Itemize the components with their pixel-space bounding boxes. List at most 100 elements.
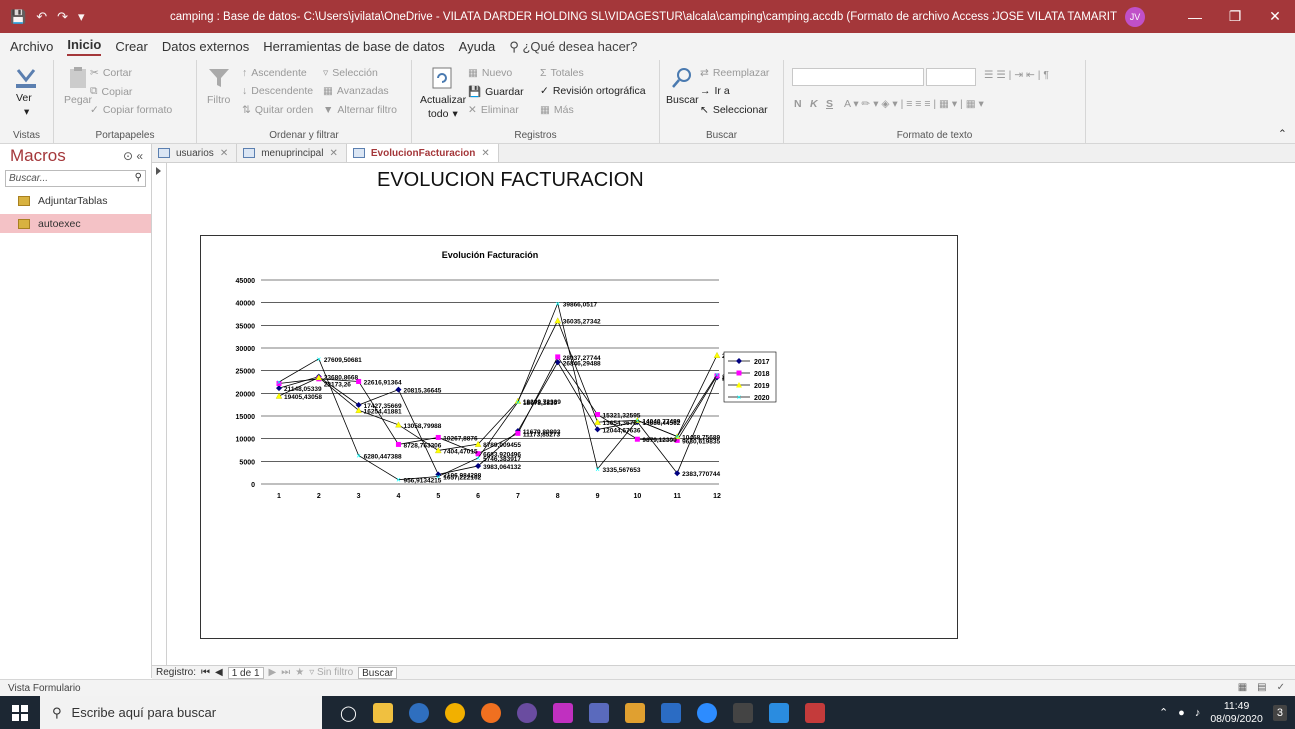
- chrome-icon[interactable]: [444, 702, 465, 723]
- prev-record-icon[interactable]: ◀: [215, 667, 223, 678]
- next-record-icon[interactable]: ▶: [269, 667, 277, 678]
- last-record-icon[interactable]: ⏭: [281, 667, 290, 678]
- find-button[interactable]: Buscar: [666, 94, 699, 106]
- redo-icon[interactable]: ↷: [57, 9, 68, 25]
- tab-ayuda[interactable]: Ayuda: [459, 39, 496, 54]
- chart-frame[interactable]: Evolución Facturación 0 5000 10000 15000 2000…: [200, 235, 958, 639]
- tab-datos-externos[interactable]: Datos externos: [162, 39, 249, 54]
- bold-button[interactable]: N: [794, 98, 802, 110]
- data-point-2019: [713, 351, 721, 358]
- format-painter-button[interactable]: ✓ Copiar formato: [90, 104, 172, 116]
- more-button[interactable]: ▦ Más: [540, 104, 574, 116]
- selection-button[interactable]: ▿ Selección: [323, 67, 378, 79]
- cortana-icon[interactable]: ◯: [340, 704, 357, 722]
- filter-button[interactable]: Filtro: [207, 94, 230, 106]
- save-record-button[interactable]: 💾 Guardar: [468, 85, 524, 99]
- chevron-down-icon[interactable]: ▾: [24, 106, 29, 118]
- font-size-select[interactable]: [926, 68, 976, 86]
- font-name-select[interactable]: [792, 68, 924, 86]
- close-icon[interactable]: ✕: [220, 148, 228, 159]
- tab-herramientas[interactable]: Herramientas de base de datos: [263, 39, 444, 54]
- underline-button[interactable]: S: [826, 98, 833, 110]
- sort-ascending-button[interactable]: ↑ Ascendente: [242, 67, 307, 79]
- toggle-filter-button[interactable]: ▼ Alternar filtro: [323, 104, 397, 116]
- design-view-icon[interactable]: ✓: [1277, 682, 1285, 693]
- tab-crear[interactable]: Crear: [115, 39, 148, 54]
- layout-view-icon[interactable]: ▤: [1257, 682, 1266, 693]
- record-selector[interactable]: [152, 163, 167, 665]
- network-icon[interactable]: ●: [1178, 707, 1185, 719]
- search-icon[interactable]: ⚲: [135, 172, 142, 183]
- doc-tab-evolucionfacturacion[interactable]: EvolucionFacturacion ✕: [346, 144, 499, 162]
- slack-icon[interactable]: [624, 702, 645, 723]
- ribbon: Ver ▾ Vistas Pegar ✂ Cortar ⧉ Copiar ✓ Copi…: [0, 60, 1295, 144]
- font-color-buttons[interactable]: A ▾ ✏ ▾ ◈ ▾ | ≡ ≡ ≡ | ▦ ▾ | ▦ ▾: [844, 98, 984, 110]
- volume-icon[interactable]: ♪: [1195, 707, 1201, 719]
- clock[interactable]: 11:49 08/09/2020: [1210, 700, 1263, 726]
- browser-icon[interactable]: [408, 702, 429, 723]
- delete-record-button[interactable]: ✕ Eliminar: [468, 104, 519, 116]
- group-label-registros: Registros: [514, 130, 557, 141]
- firefox-icon[interactable]: [480, 702, 501, 723]
- cut-button[interactable]: ✂ Cortar: [90, 67, 132, 79]
- collapse-ribbon-icon[interactable]: ⌃: [1278, 128, 1287, 140]
- doc-tab-menuprincipal[interactable]: menuprincipal ✕: [237, 144, 347, 162]
- avatar[interactable]: JV: [1125, 6, 1145, 27]
- totals-button[interactable]: Σ Totales: [540, 67, 584, 79]
- nav-item-autoexec[interactable]: autoexec: [0, 214, 151, 233]
- tell-me-search[interactable]: ⚲ ¿Qué desea hacer?: [509, 39, 637, 55]
- replace-button[interactable]: ⇄ Reemplazar: [700, 67, 769, 79]
- tab-archivo[interactable]: Archivo: [10, 39, 53, 54]
- app-icon[interactable]: [552, 702, 573, 723]
- select-button[interactable]: ↖ Seleccionar: [700, 104, 768, 116]
- new-record-nav-icon[interactable]: ★: [295, 667, 304, 678]
- teams-icon[interactable]: [588, 702, 609, 723]
- tray-chevron-icon[interactable]: ⌃: [1159, 706, 1168, 719]
- sort-descending-button[interactable]: ↓ Descendente: [242, 85, 313, 97]
- refresh-all-dropdown[interactable]: todo ▾: [428, 108, 458, 120]
- minimize-icon[interactable]: —: [1175, 9, 1215, 25]
- no-filter-button[interactable]: ▿ Sin filtro: [309, 667, 353, 678]
- record-search-input[interactable]: Buscar: [358, 666, 398, 679]
- zoom-icon[interactable]: [696, 702, 717, 723]
- data-label: 27609,50681: [324, 357, 362, 364]
- paste-button[interactable]: Pegar: [64, 94, 92, 106]
- nav-header[interactable]: Macros ⊙ «: [0, 144, 151, 168]
- undo-icon[interactable]: ↶: [36, 9, 47, 25]
- word-icon[interactable]: [660, 702, 681, 723]
- view-button[interactable]: Ver: [16, 92, 32, 104]
- terminal-icon[interactable]: [732, 702, 753, 723]
- new-record-button[interactable]: ▦ Nuevo: [468, 67, 512, 79]
- form-view-icon[interactable]: ▦: [1238, 682, 1247, 693]
- data-label: 12044,67636: [603, 427, 641, 434]
- notifications-icon[interactable]: 3: [1272, 704, 1287, 721]
- nav-controls[interactable]: ⊙ «: [123, 149, 143, 163]
- user-name[interactable]: JOSE VILATA TAMARIT: [994, 11, 1117, 23]
- record-position-input[interactable]: 1 de 1: [227, 666, 264, 679]
- customize-icon[interactable]: ▾: [78, 9, 85, 25]
- close-icon[interactable]: ✕: [329, 148, 337, 159]
- nav-search-input[interactable]: Buscar... ⚲: [5, 170, 146, 187]
- restore-icon[interactable]: ❐: [1215, 8, 1255, 25]
- refresh-all-button[interactable]: Actualizar: [420, 94, 466, 106]
- file-explorer-icon[interactable]: [372, 702, 393, 723]
- list-buttons[interactable]: ☰ ☰ | ⇥ ⇤ | ¶: [984, 69, 1049, 81]
- app-icon[interactable]: [516, 702, 537, 723]
- remove-sort-button[interactable]: ⇅ Quitar orden: [242, 104, 313, 116]
- copy-button[interactable]: ⧉ Copiar: [90, 85, 132, 98]
- spelling-button[interactable]: ✓ Revisión ortográfica: [540, 85, 646, 97]
- vscode-icon[interactable]: [768, 702, 789, 723]
- taskbar-search-input[interactable]: ⚲ Escribe aquí para buscar: [40, 696, 322, 729]
- close-icon[interactable]: ✕: [1255, 8, 1295, 25]
- tab-inicio[interactable]: Inicio: [67, 37, 102, 56]
- first-record-icon[interactable]: ⏮: [201, 667, 210, 678]
- close-icon[interactable]: ✕: [481, 148, 489, 159]
- windows-start-icon[interactable]: [0, 704, 40, 721]
- nav-item-adjuntartablas[interactable]: AdjuntarTablas: [0, 191, 151, 210]
- goto-button[interactable]: → Ir a: [700, 85, 730, 97]
- doc-tab-usuarios[interactable]: usuarios ✕: [152, 144, 238, 162]
- italic-button[interactable]: K: [810, 98, 818, 110]
- save-icon[interactable]: 💾: [10, 9, 26, 25]
- advanced-button[interactable]: ▦ Avanzadas: [323, 85, 389, 97]
- access-icon[interactable]: [804, 702, 825, 723]
